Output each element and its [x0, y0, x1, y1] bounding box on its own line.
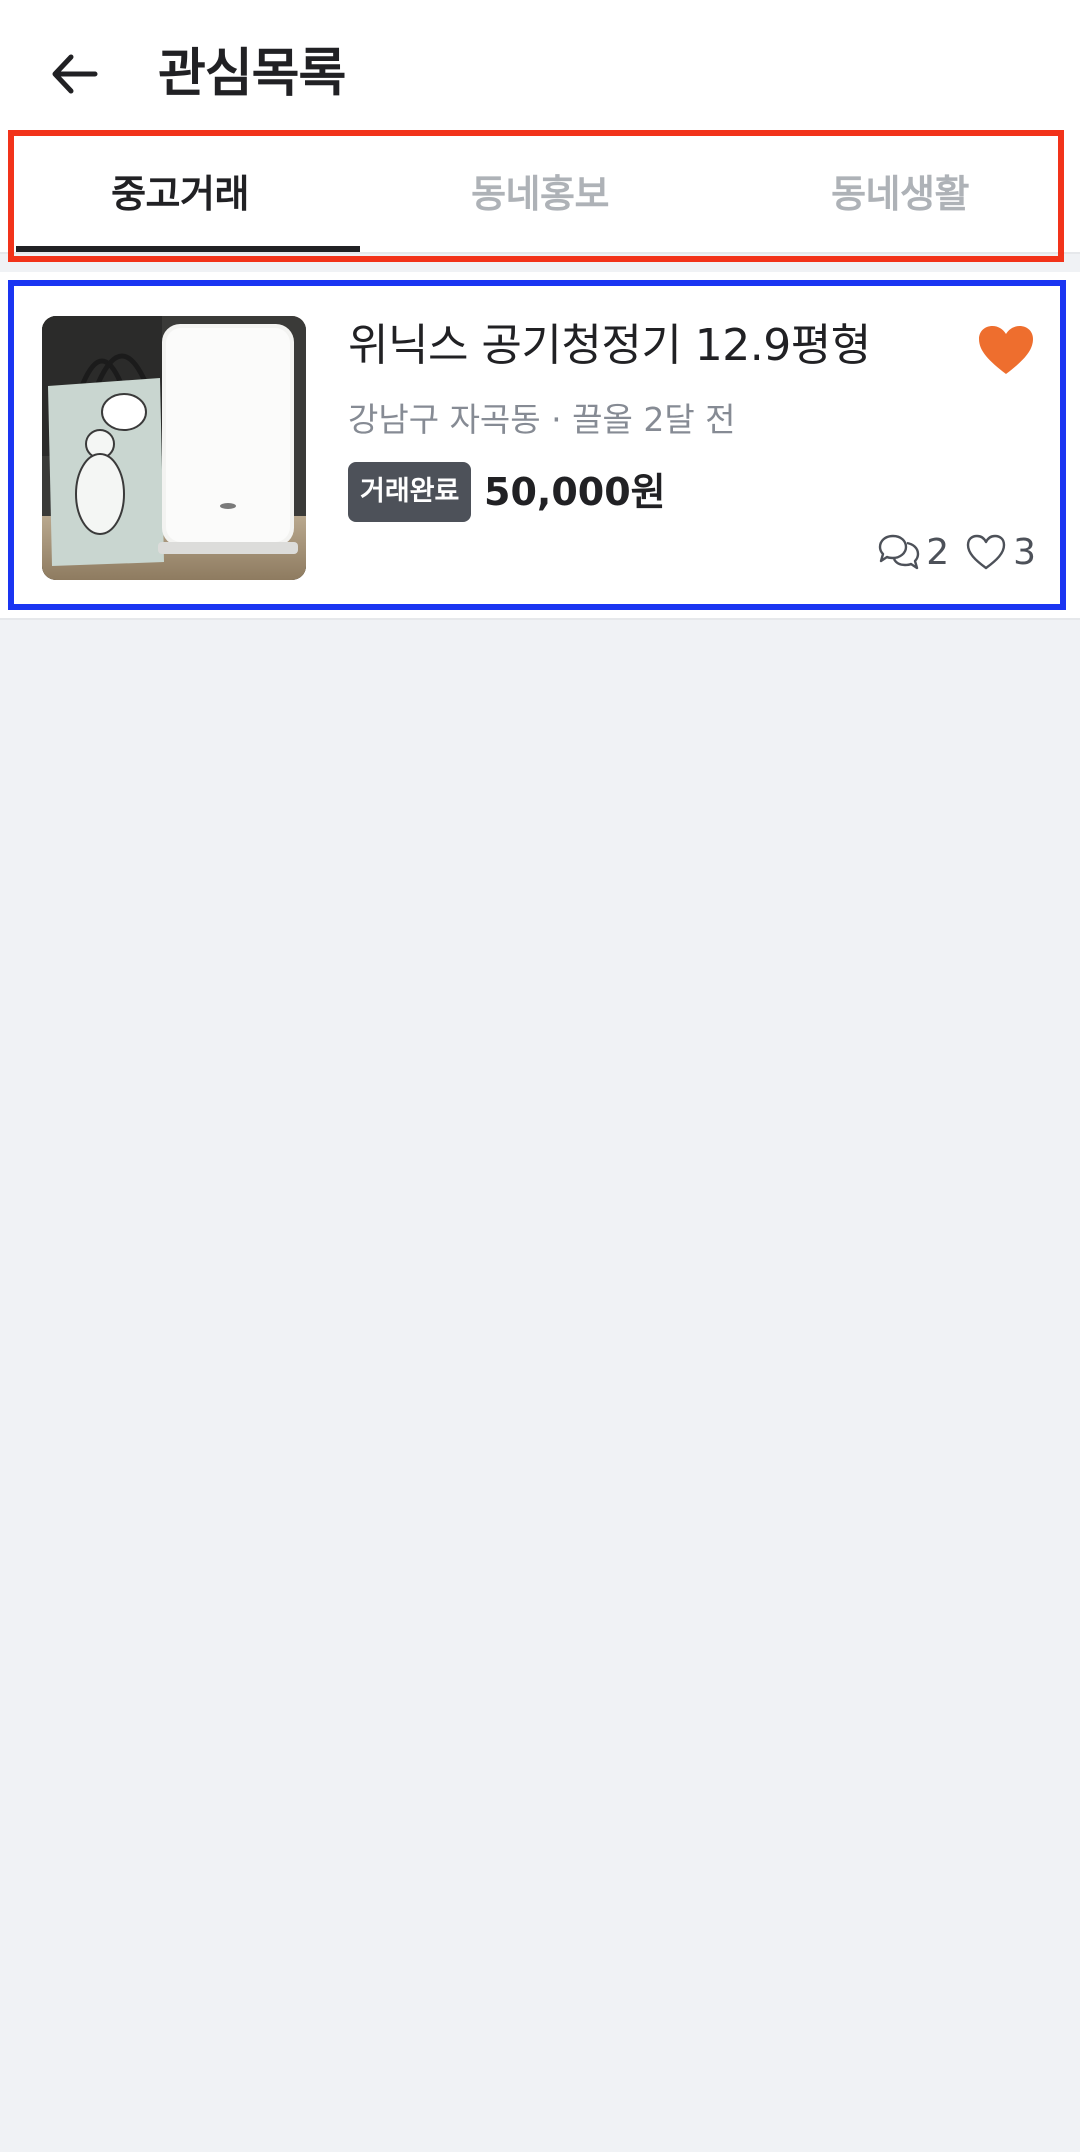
watchlist-page: 관심목록 중고거래 동네홍보 동네생활 위닉스 공기청정기 12.9평형 강남구…: [0, 0, 1080, 2152]
page-title: 관심목록: [158, 44, 346, 104]
back-button[interactable]: [36, 36, 112, 112]
app-header: 관심목록: [0, 0, 1080, 128]
arrow-left-icon: [52, 54, 98, 94]
tabs-highlight-box: [8, 130, 1064, 262]
item-highlight-box: [8, 280, 1066, 610]
